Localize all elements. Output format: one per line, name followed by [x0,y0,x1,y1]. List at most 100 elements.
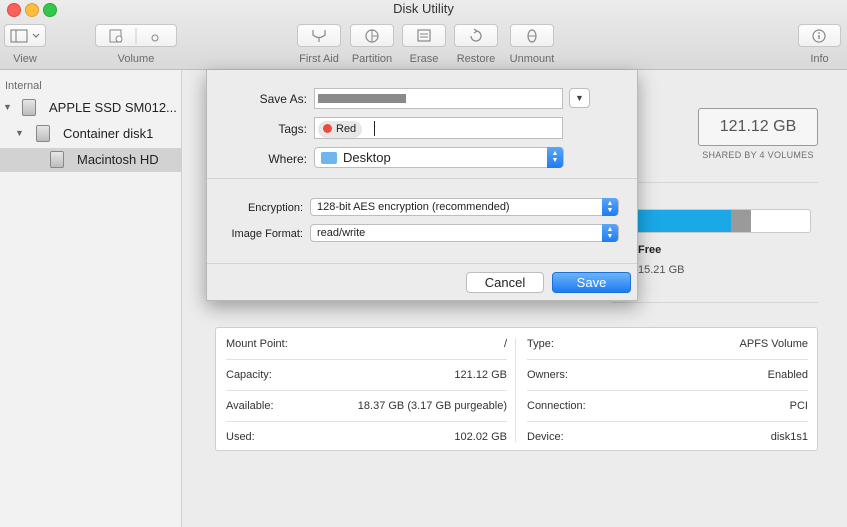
unmount-button[interactable] [510,24,554,47]
redacted-filename [318,94,406,103]
volume-disk-icon [50,151,64,168]
first-aid-label: First Aid [299,53,339,65]
info-value: PCI [789,400,808,412]
info-key: Mount Point: [226,338,288,350]
save-button[interactable]: Save [552,272,631,293]
volume-button-group[interactable] [95,24,177,47]
chevron-down-icon: ▼ [575,93,584,103]
first-aid-button[interactable] [297,24,341,47]
erase-button[interactable] [402,24,446,47]
volume-label: Volume [117,53,155,65]
info-value: 121.12 GB [454,369,507,381]
info-value: APFS Volume [739,338,808,350]
divider [612,182,818,183]
info-value: disk1s1 [770,431,808,443]
info-column-divider [515,338,516,442]
sheet-divider [207,178,637,179]
info-row-divider [527,421,808,422]
view-button[interactable] [4,24,46,47]
where-value: Desktop [343,150,391,165]
eject-icon [527,29,537,43]
restore-button[interactable] [454,24,498,47]
save-as-label: Save As: [259,92,307,106]
partition-label: Partition [351,53,393,65]
save-as-field[interactable] [314,88,563,109]
text-caret [374,121,375,136]
info-row-mount-point: Mount Point: / [226,338,507,358]
info-row-type: Type: APFS Volume [527,338,808,358]
cancel-button[interactable]: Cancel [466,272,544,293]
usage-bar-purgeable-segment [731,210,751,232]
info-key: Device: [527,431,564,443]
sidebar-view-icon [10,29,40,43]
info-value: Enabled [767,369,808,381]
info-value: 18.37 GB (3.17 GB purgeable) [357,400,507,412]
info-key: Connection: [527,400,586,412]
sidebar-item-label: Macintosh HD [77,152,159,167]
pie-partition-icon [365,29,379,43]
tag-token[interactable]: Red [318,121,363,138]
info-key: Capacity: [226,369,272,381]
tags-label: Tags: [278,122,307,136]
free-space-label: Free [638,244,662,256]
unmount-label: Unmount [509,53,555,65]
tag-label: Red [336,123,357,135]
image-format-value: read/write [317,227,366,239]
sidebar-item-label: Container disk1 [63,126,154,141]
popup-arrows-icon: ▲ ▼ [602,224,618,242]
tags-field[interactable]: Red [314,117,563,139]
encryption-value: 128-bit AES encryption (recommended) [317,201,510,213]
info-row-available: Available: 18.37 GB (3.17 GB purgeable) [226,400,507,420]
expand-dialog-button[interactable]: ▼ [569,88,590,108]
erase-label: Erase [409,53,439,65]
info-key: Available: [226,400,274,412]
info-key: Owners: [527,369,568,381]
info-value: / [503,338,507,350]
save-sheet-dialog: Save As: ▼ Tags: Red Where: Desktop ▲ ▼ E… [206,70,638,301]
view-label: View [13,53,37,65]
restore-arrow-icon [470,28,482,42]
folder-icon [321,152,337,164]
sidebar-item-container-disk1[interactable]: ▼ Container disk1 [0,122,181,146]
popup-arrows-icon: ▲ ▼ [547,147,563,168]
info-row-divider [527,359,808,360]
info-row-capacity: Capacity: 121.12 GB [226,369,507,389]
info-value: 102.02 GB [454,431,507,443]
encryption-popup[interactable]: 128-bit AES encryption (recommended) ▲ ▼ [310,198,619,216]
sidebar-item-macintosh-hd[interactable]: Macintosh HD [0,148,181,172]
capacity-box: 121.12 GB [698,108,818,146]
info-row-divider [527,390,808,391]
info-row-divider [226,421,507,422]
where-popup[interactable]: Desktop ▲ ▼ [314,147,564,168]
image-format-popup[interactable]: read/write ▲ ▼ [310,224,619,242]
stethoscope-icon [312,30,326,42]
where-label: Where: [268,152,307,166]
window-titlebar: Disk Utility View Volume First Aid Parti [0,0,847,70]
red-tag-dot-icon [323,124,332,133]
info-label: Info [810,53,829,65]
capacity-shared-caption: SHARED BY 4 VOLUMES [702,150,814,160]
sidebar-item-apple-ssd[interactable]: ▼ APPLE SSD SM012... [0,96,181,120]
info-row-device: Device: disk1s1 [527,431,808,451]
info-button[interactable] [798,24,841,47]
info-row-divider [226,359,507,360]
image-format-label: Image Format: [231,228,303,240]
window-title: Disk Utility [393,1,454,16]
popup-arrows-icon: ▲ ▼ [602,198,618,216]
erase-icon [417,29,431,42]
info-row-divider [226,390,507,391]
info-key: Type: [527,338,554,350]
disclosure-triangle-icon[interactable]: ▼ [15,128,24,138]
partition-button[interactable] [350,24,394,47]
volume-add-remove-icon [109,28,159,44]
divider [612,302,818,303]
sidebar: Internal ▼ APPLE SSD SM012... ▼ Containe… [0,70,182,527]
disclosure-triangle-icon[interactable]: ▼ [3,102,12,112]
info-key: Used: [226,431,255,443]
container-disk-icon [36,125,50,142]
volume-info-panel: Mount Point: / Capacity: 121.12 GB Avail… [215,327,818,451]
encryption-label: Encryption: [247,202,303,214]
restore-label: Restore [456,53,496,65]
internal-disk-icon [22,99,36,116]
info-icon [812,29,826,43]
